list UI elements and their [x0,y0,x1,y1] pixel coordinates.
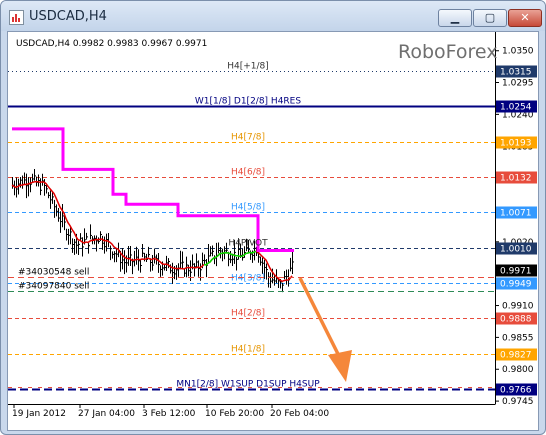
price-tick-label: 0.9910 [502,302,534,312]
window-title: USDCAD,H4 [29,9,107,24]
level-label: H4[7/8] [231,133,265,143]
chart-header: USDCAD,H4 0.9982 0.9983 0.9967 0.9971 [16,39,207,49]
price-tick-label: 1.0350 [502,47,534,57]
minimize-icon: ▁ [450,11,460,24]
level-label: H4[5/8] [231,203,265,213]
order-label: #34097840 sell [18,282,89,292]
price-tag-label: 1.0010 [500,245,532,255]
price-tag-label: 0.9888 [500,315,532,325]
terminal-window: USDCAD,H4 ▁ ▢ ✕ 1.03501.02951.02401.0185… [0,0,546,435]
close-icon: ✕ [520,11,530,24]
level-label: H4[+1/8] [227,62,269,72]
price-tag-label: 1.0193 [500,139,532,149]
price-tick-label: 1.0295 [502,79,534,89]
level-label: H4[2/8] [231,309,265,319]
price-tag-label: 1.0132 [500,174,532,184]
chart-window-icon [9,10,24,25]
level-label: H4[1/8] [231,345,265,355]
chart-area[interactable]: 1.03501.02951.02401.01851.01301.00751.00… [7,31,539,431]
maximize-icon: ▢ [484,11,496,24]
close-button[interactable]: ✕ [508,9,542,27]
time-tick-label: 19 Jan 2012 [12,409,66,419]
watermark: RoboForex [398,41,498,63]
time-tick-label: 10 Feb 20:00 [205,409,264,419]
level-label: MN1[2/8] W1SUP D1SUP H4SUP [176,380,320,390]
price-tag-label: 1.0315 [500,68,532,78]
minimize-button[interactable]: ▁ [438,9,472,27]
price-tag-label: 0.9766 [500,386,532,396]
price-tag-label: 0.9949 [500,280,532,290]
price-tick-label: 0.9855 [502,333,534,343]
maximize-button[interactable]: ▢ [473,9,507,27]
time-tick-label: 20 Feb 04:00 [270,409,329,419]
price-tag-label: 1.0254 [500,103,532,113]
price-tag-label: 0.9827 [500,351,532,361]
level-label: H4PIVOT [228,239,268,249]
time-tick-label: 3 Feb 12:00 [142,409,196,419]
title-bar[interactable]: USDCAD,H4 ▁ ▢ ✕ [1,1,545,31]
price-tick-label: 0.9745 [502,397,534,407]
price-tag-label: 0.9971 [500,267,532,277]
price-tick-label: 0.9800 [502,365,534,375]
time-tick-label: 27 Jan 04:00 [78,409,135,419]
order-label: #34030548 sell [18,268,89,278]
price-tag-label: 1.0071 [500,209,532,219]
price-chart[interactable]: 1.03501.02951.02401.01851.01301.00751.00… [8,32,538,430]
level-label: H4[3/8] [231,274,265,284]
level-label: W1[1/8] D1[2/8] H4RES [195,97,301,107]
level-label: H4[6/8] [231,168,265,178]
